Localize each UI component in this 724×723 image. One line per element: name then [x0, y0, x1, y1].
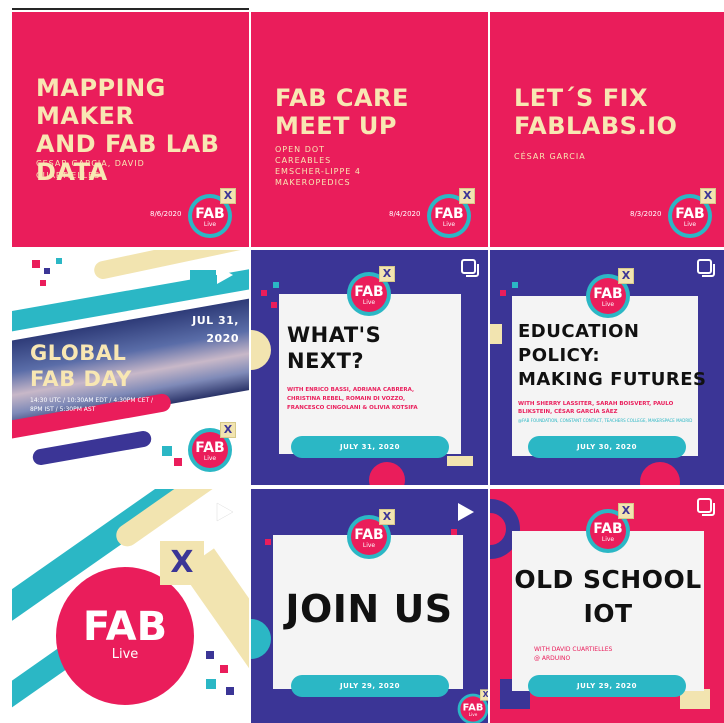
post-title-line: MAKING FUTURES: [518, 369, 707, 390]
play-icon: [216, 502, 234, 522]
post-tile-fab-live-logo[interactable]: FAB Live X: [12, 489, 249, 723]
play-icon: [217, 266, 233, 284]
post-date: JULY 30, 2020: [528, 436, 686, 458]
x-icon: X: [618, 268, 634, 284]
post-title-line: WHAT'S: [287, 323, 382, 347]
fab-live-badge: FAB Live X: [347, 509, 395, 559]
fab-live-badge: FAB Live X: [586, 503, 634, 553]
x-icon: X: [220, 188, 236, 204]
carousel-icon: [697, 498, 715, 516]
post-title-line: FAB DAY: [30, 367, 132, 391]
post-tile-global-fab-day[interactable]: JUL 31, 2020 GLOBAL FAB DAY 14:30 UTC / …: [12, 250, 249, 485]
post-title: JOIN US: [285, 587, 453, 631]
fab-live-badge: FAB Live X: [586, 268, 634, 318]
post-time-line: 14:30 UTC / 10:30AM EDT / 4:30PM CET /: [30, 397, 154, 404]
x-icon: X: [459, 188, 475, 204]
post-subtitle-line: WITH SHERRY LASSITER, SARAH BOISVERT, PA…: [518, 401, 674, 407]
fab-live-badge: FAB Live X: [188, 188, 236, 238]
post-tile-fab-care[interactable]: FAB CARE MEET UP OPEN DOT CAREABLES EMSC…: [251, 12, 488, 247]
logo-fab-text: FAB: [82, 604, 168, 650]
x-icon: X: [700, 188, 716, 204]
post-title-line: AND FAB LAB: [36, 130, 220, 158]
x-icon: X: [220, 422, 236, 438]
post-date: JULY 31, 2020: [291, 436, 449, 458]
post-subtitle-line: MAKEROPEDICS: [275, 178, 351, 187]
post-subtitle-line: WITH DAVID CUARTIELLES: [534, 646, 613, 653]
fab-live-badge: FAB Live X: [188, 422, 236, 472]
post-tile-join-us[interactable]: FAB Live X JOIN US JULY 29, 2020 FAB Live …: [251, 489, 488, 723]
post-title-line: OLD SCHOOL: [514, 565, 702, 594]
post-title-line: EDUCATION: [518, 321, 640, 342]
post-subtitle-line: WITH ENRICO BASSI, ADRIANA CABRERA,: [287, 387, 415, 393]
post-subtitle-line: OPEN DOT: [275, 145, 326, 154]
post-title-line: GLOBAL: [30, 341, 127, 365]
fab-live-badge: FAB Live X: [427, 188, 475, 238]
carousel-icon: [697, 259, 715, 277]
post-subtitle-line: EMSCHER-LIPPE 4: [275, 167, 361, 176]
post-time-line: 8PM IST / 5:30PM AST: [30, 406, 96, 413]
fab-live-badge: FAB Live X: [668, 188, 716, 238]
fab-live-badge: FAB Live X: [457, 689, 488, 723]
post-orgs: @FAB FOUNDATION, CONSTANT CONTACT, TEACH…: [518, 418, 693, 423]
post-tile-old-school-iot[interactable]: FAB Live X OLD SCHOOL IOT WITH DAVID CUAR…: [490, 489, 724, 723]
post-date: 8/6/2020: [150, 210, 182, 218]
post-title-line: MAPPING MAKER: [36, 74, 166, 130]
post-title-line: MEET UP: [275, 112, 397, 140]
post-title-line: LET´S FIX: [514, 84, 649, 112]
play-icon: [458, 503, 474, 521]
post-tile-education-policy[interactable]: FAB Live X EDUCATION POLICY: MAKING FUTUR…: [490, 250, 724, 485]
fab-live-badge: FAB Live X: [347, 266, 395, 316]
post-subtitle-line: BLIKSTEIN, CÉSAR GARCÍA SÁEZ: [518, 409, 618, 415]
post-title-line: NEXT?: [287, 349, 365, 373]
post-date: 8/4/2020: [389, 210, 421, 218]
x-icon: X: [480, 689, 488, 701]
post-subtitle-line: CAREABLES: [275, 156, 332, 165]
post-subtitle-line: CESAR GARCIA, DAVID: [36, 159, 145, 168]
post-date-line: 2020: [206, 332, 239, 345]
active-tab-indicator: [12, 8, 249, 10]
x-icon: X: [379, 509, 395, 525]
x-icon: X: [618, 503, 634, 519]
post-subtitle-line: CUARTIELLES: [36, 171, 101, 180]
post-title-line: POLICY:: [518, 345, 601, 366]
post-subtitle-line: FRANCESCO CINGOLANI & OLIVIA KOTSIFA: [287, 405, 418, 411]
post-subtitle-line: CÉSAR GARCIA: [514, 152, 586, 161]
carousel-icon: [461, 259, 479, 277]
post-subtitle-line: CHRISTINA REBEL, ROMAIN DI VOZZO,: [287, 396, 406, 402]
post-tile-mapping-maker[interactable]: MAPPING MAKER AND FAB LAB DATA CESAR GAR…: [12, 12, 249, 247]
post-subtitle-line: @ ARDUINO: [534, 655, 571, 662]
post-tile-whats-next[interactable]: FAB Live X WHAT'S NEXT? WITH ENRICO BASSI…: [251, 250, 488, 485]
post-title-line: FABLABS.IO: [514, 112, 678, 140]
post-title-line: IOT: [583, 599, 633, 628]
post-date: JULY 29, 2020: [528, 675, 686, 697]
post-title-line: FAB CARE: [275, 84, 409, 112]
x-icon: X: [379, 266, 395, 282]
post-date: 8/3/2020: [630, 210, 662, 218]
logo-x-box: X: [160, 541, 204, 585]
fab-live-logo: FAB Live: [56, 567, 194, 705]
logo-live-text: Live: [111, 647, 139, 662]
post-tile-lets-fix[interactable]: LET´S FIX FABLABS.IO CÉSAR GARCIA 8/3/20…: [490, 12, 724, 247]
post-date-line: JUL 31,: [192, 314, 239, 327]
post-date: JULY 29, 2020: [291, 675, 449, 697]
